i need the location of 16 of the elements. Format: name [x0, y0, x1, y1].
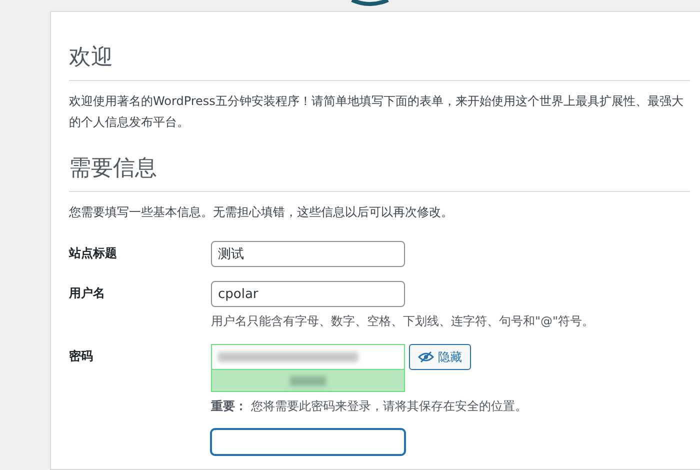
- field-hint: 用户名只能含有字母、数字、空格、下划线、连字符、句号和"@"符号。: [211, 313, 594, 330]
- logo-icon: [350, 0, 390, 6]
- field-label: 用户名: [69, 285, 105, 302]
- field-label: 密码: [69, 348, 93, 365]
- input-field[interactable]: [211, 429, 405, 455]
- eye-slash-icon: [418, 351, 434, 363]
- input-field[interactable]: cpolar: [211, 281, 405, 307]
- info-text: 您需要填写一些基本信息。无需担心填错，这些信息以后可以再次修改。: [69, 204, 454, 221]
- password-field[interactable]: [211, 344, 405, 370]
- password-note: 重要： 您将需要此密码来登录，请将其保存在安全的位置。: [211, 398, 527, 415]
- welcome-text: 欢迎使用著名的WordPress五分钟安装程序！请简单地填写下面的表单，来开始使用这个世界上最具扩展性、最强大的个人信息发布平台。: [69, 93, 684, 131]
- section-heading: 欢迎: [69, 44, 113, 72]
- section-heading: 需要信息: [69, 155, 157, 183]
- input-field[interactable]: 测试: [211, 241, 405, 267]
- hide-button[interactable]: 隐藏: [409, 344, 471, 370]
- field-label: 站点标题: [69, 245, 117, 262]
